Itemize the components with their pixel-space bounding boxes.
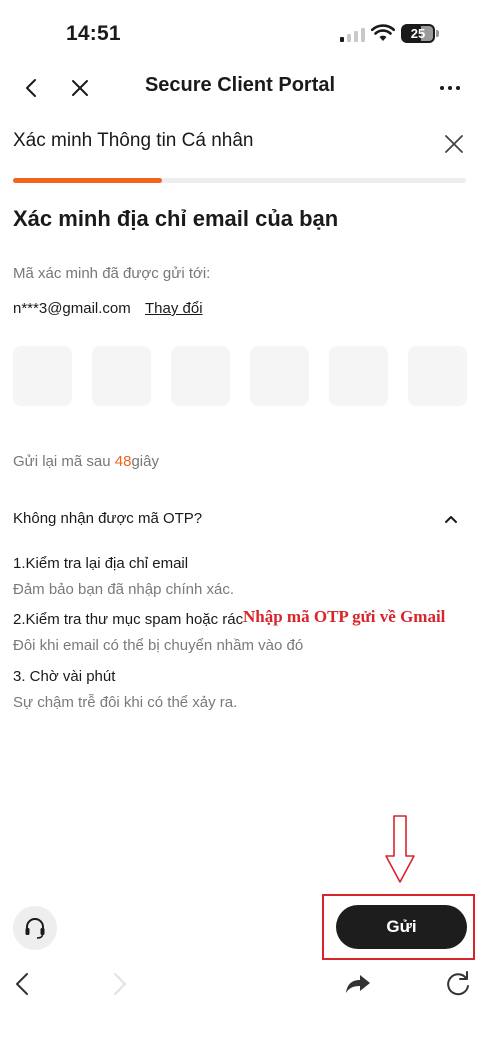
- progress-track: [13, 178, 466, 183]
- change-email-link[interactable]: Thay đổi: [145, 300, 203, 317]
- progress-bar: [13, 178, 163, 183]
- send-button[interactable]: Gửi: [336, 905, 467, 949]
- wifi-icon: [371, 24, 395, 42]
- otp-input-row: [13, 346, 467, 406]
- reload-icon[interactable]: [444, 970, 472, 998]
- status-time: 14:51: [66, 22, 121, 45]
- headset-icon: [25, 918, 45, 939]
- otp-digit-input[interactable]: [92, 346, 151, 406]
- tip-description: Đảm bảo bạn đã nhập chính xác.: [13, 581, 234, 598]
- back-chevron-icon[interactable]: [10, 970, 36, 998]
- tip-title: 2.Kiểm tra thư mục spam hoặc rác: [13, 611, 244, 628]
- otp-digit-input[interactable]: [250, 346, 309, 406]
- nav-bar: Secure Client Portal: [0, 66, 480, 110]
- email-address: n***3@gmail.com: [13, 300, 131, 317]
- annotation-text: Nhập mã OTP gửi về Gmail: [243, 607, 446, 626]
- battery-icon: 25: [401, 24, 435, 43]
- chevron-up-icon[interactable]: [440, 508, 462, 530]
- otp-digit-input[interactable]: [171, 346, 230, 406]
- share-icon[interactable]: [344, 971, 372, 997]
- resend-seconds: 48: [114, 453, 132, 470]
- down-arrow-icon: [384, 814, 416, 884]
- close-icon[interactable]: [440, 130, 468, 158]
- faq-question[interactable]: Không nhận được mã OTP?: [13, 510, 202, 527]
- more-icon[interactable]: [436, 74, 464, 102]
- resend-suffix: giây: [131, 453, 159, 470]
- resend-timer: Gửi lại mã sau 48giây: [13, 453, 159, 470]
- sent-label: Mã xác minh đã được gửi tới:: [13, 265, 211, 282]
- battery-tip: [436, 30, 439, 37]
- tip-title: 3. Chờ vài phút: [13, 668, 116, 685]
- nav-title: Secure Client Portal: [144, 74, 336, 96]
- page-heading: Xác minh địa chỉ email của bạn: [13, 206, 339, 231]
- status-bar: 14:51 25: [0, 0, 480, 66]
- otp-digit-input[interactable]: [329, 346, 388, 406]
- tip-description: Đôi khi email có thể bị chuyển nhầm vào …: [13, 637, 304, 654]
- otp-digit-input[interactable]: [408, 346, 467, 406]
- tip-description: Sự chậm trễ đôi khi có thể xảy ra.: [13, 694, 238, 711]
- tip-title: 1.Kiểm tra lại địa chỉ email: [13, 555, 189, 572]
- resend-prefix: Gửi lại mã sau: [13, 453, 115, 470]
- forward-chevron-icon[interactable]: [106, 970, 132, 998]
- battery-level: 25: [410, 26, 426, 41]
- dialog-title: Xác minh Thông tin Cá nhân: [13, 130, 254, 151]
- signal-icon: [340, 27, 366, 42]
- support-button[interactable]: [13, 906, 57, 950]
- otp-digit-input[interactable]: [13, 346, 72, 406]
